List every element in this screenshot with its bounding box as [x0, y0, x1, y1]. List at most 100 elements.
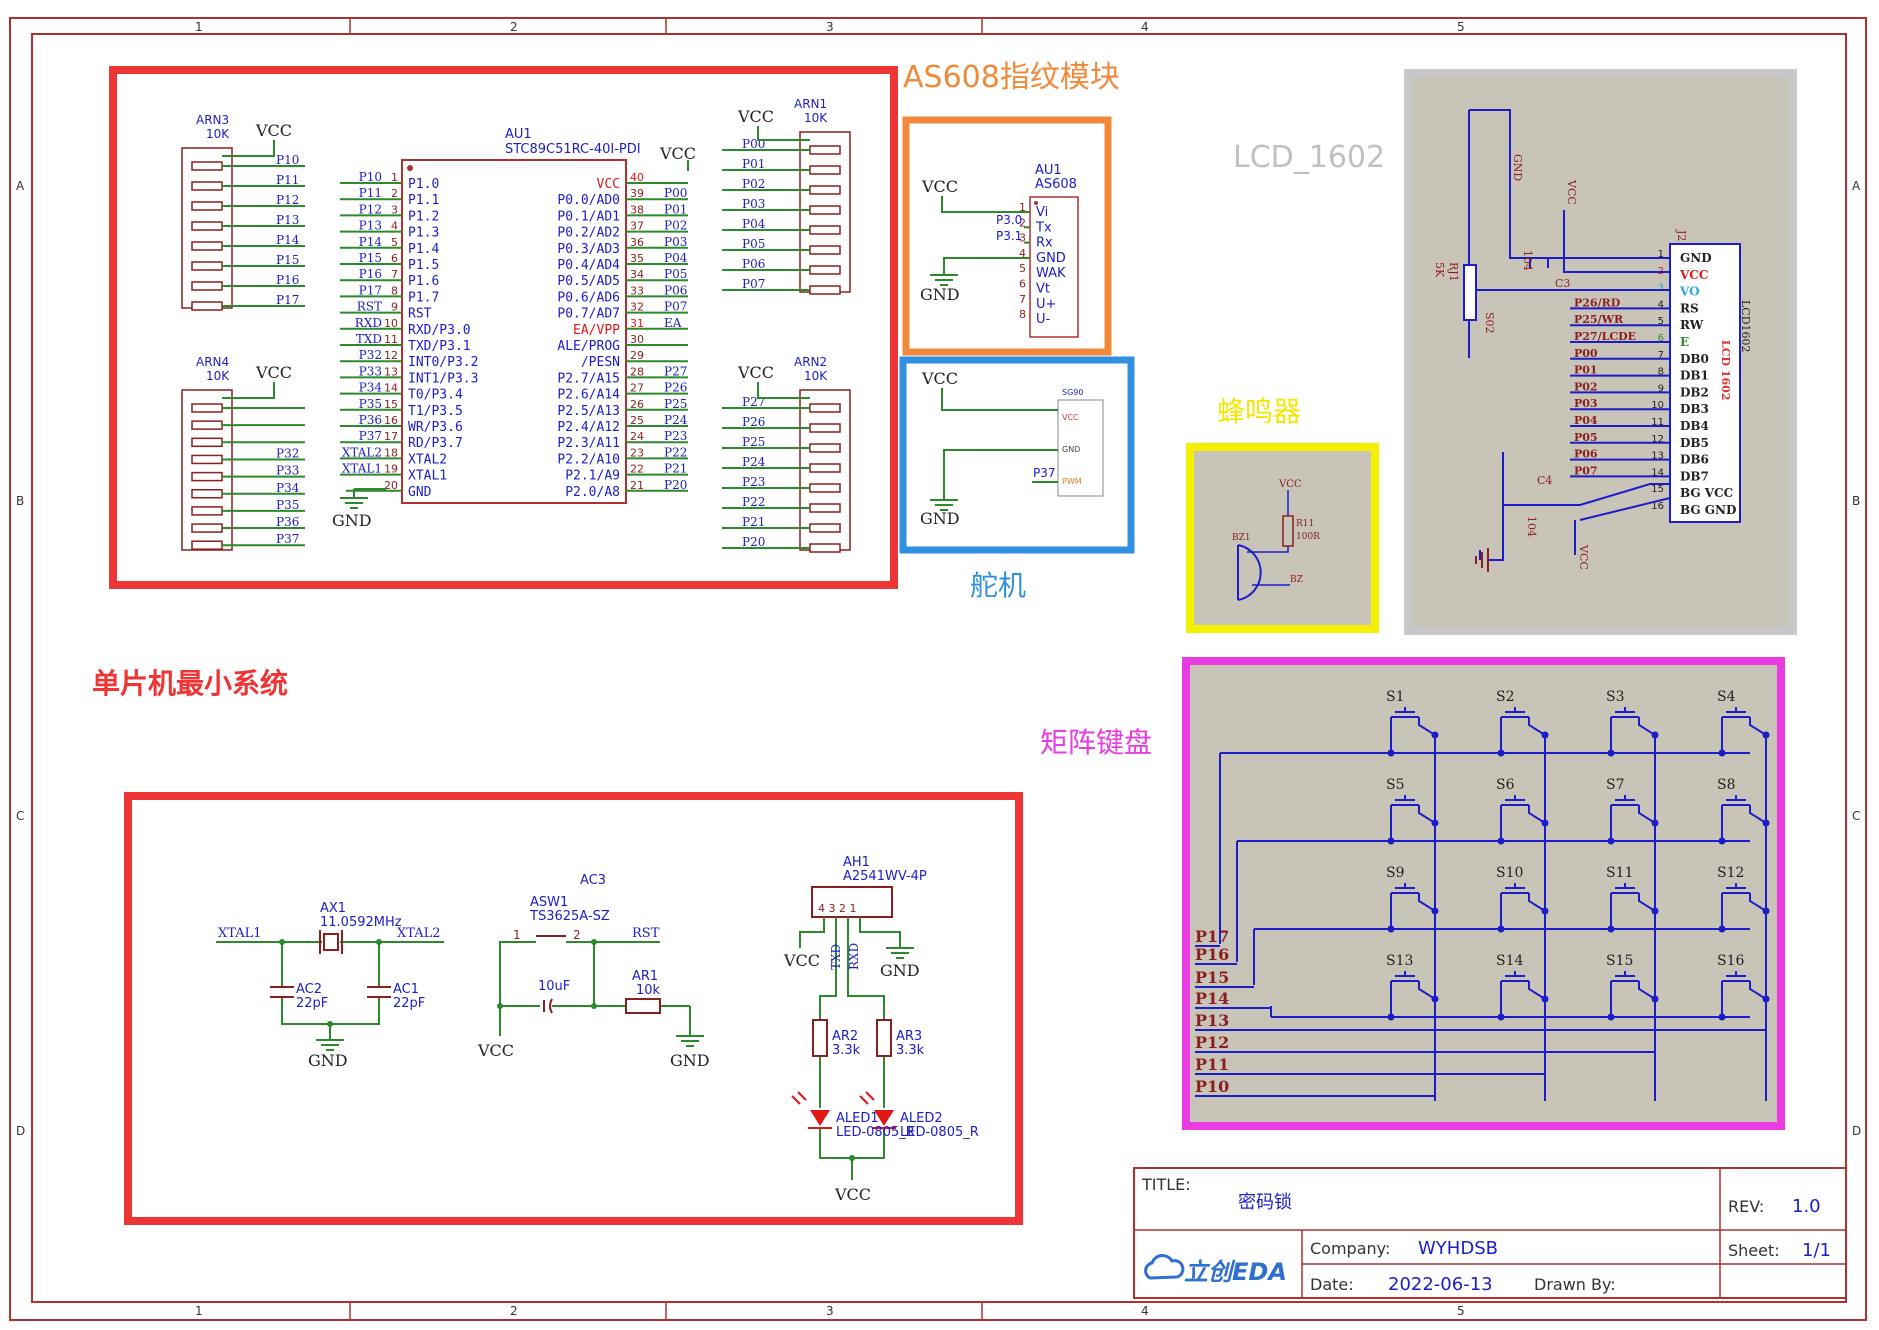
lcd-pin-name: DB0	[1680, 352, 1709, 366]
switch-label: S13	[1386, 953, 1413, 969]
mcu-pin-name: T0/P3.4	[408, 388, 463, 403]
mcu-net-label: TXD	[356, 332, 382, 346]
array-net-label: P22	[742, 495, 765, 509]
keypad-net-label: P11	[1195, 1055, 1229, 1074]
clock-circuit: XTAL1 XTAL2 AX1 11.0592MHz AC2 22pF AC1 …	[216, 901, 444, 1070]
mcu-pin-name: P1.6	[408, 274, 439, 289]
mcu-net-label: P34	[359, 381, 383, 395]
mcu-pin-name: P0.3/AD3	[557, 242, 620, 257]
array-vcc-label: VCC	[255, 363, 292, 382]
mcu-pin-number: 37	[630, 220, 644, 233]
mcu-net-label: P37	[359, 429, 382, 443]
uart-gnd-label: GND	[880, 961, 920, 980]
buzzer-ref: BZ1	[1232, 533, 1251, 543]
array-vcc-label: VCC	[737, 363, 774, 382]
as608-module: AU1 AS608 Vi1Tx2Rx3GND4WAK5Vt6U+7U-8 VCC…	[920, 163, 1079, 338]
row-marker: A	[16, 179, 25, 193]
lcd-pin-name: VO	[1679, 285, 1700, 299]
logo-text: 立创EDA	[1184, 1258, 1287, 1286]
servo-pin-pwm: PWM	[1062, 477, 1082, 486]
buzzer-section-title: 蜂鸣器	[1217, 395, 1301, 428]
mcu-net-label: P23	[664, 429, 687, 443]
mcu-pin-number: 34	[630, 268, 644, 281]
mcu-pin-number: 20	[384, 479, 398, 492]
keypad-section-box	[1182, 657, 1785, 1130]
crystal	[323, 933, 339, 951]
mcu-net-label: RST	[357, 300, 382, 314]
uart-pin-numbers: 4 3 2 1	[818, 902, 856, 915]
mcu-pin-number: 23	[630, 446, 644, 459]
as608-ref: AU1	[1035, 163, 1062, 178]
mcu-net-label: P17	[359, 283, 382, 297]
lcd-section-title: LCD_1602	[1233, 140, 1385, 175]
lcd-pot-net: S02	[1483, 312, 1496, 334]
as608-pin-name: Vt	[1036, 282, 1050, 297]
lcd-pin-name: BG GND	[1680, 503, 1736, 517]
array-net-label: P12	[276, 193, 299, 207]
switch-label: S11	[1606, 865, 1633, 881]
as608-section-title: AS608指纹模块	[903, 60, 1120, 95]
as608-pin-number: 8	[1019, 308, 1026, 321]
switch-label: S15	[1606, 953, 1633, 969]
array-net-label: P25	[742, 435, 765, 449]
clock-ref: AX1	[320, 901, 346, 916]
keypad-net-label: P14	[1195, 989, 1229, 1008]
mcu-net-label: P12	[359, 202, 382, 216]
servo-part: SG90	[1062, 388, 1083, 397]
switch-label: S12	[1717, 865, 1744, 881]
col-marker: 1	[195, 20, 203, 34]
as608-pin-name: WAK	[1036, 266, 1066, 281]
array-net-label: P32	[276, 446, 299, 460]
mcu-pin-name: P0.4/AD4	[557, 258, 620, 273]
reset-sw-part: TS3625A-SZ	[529, 909, 610, 924]
uart-r2	[876, 1019, 892, 1057]
led2-ref: ALED2	[900, 1111, 943, 1126]
keypad-section-title: 矩阵键盘	[1040, 726, 1152, 759]
array-net-label: P36	[276, 515, 299, 529]
lcd-part: LCD1602	[1739, 300, 1752, 353]
keypad-net-label: P16	[1195, 945, 1229, 964]
sheet-label: Sheet:	[1728, 1241, 1780, 1260]
reset-sw-ref: ASW1	[530, 895, 568, 910]
row-marker: A	[1852, 179, 1861, 193]
mcu-pin-name: RXD/P3.0	[408, 323, 471, 338]
servo-vcc-label: VCC	[921, 369, 958, 388]
array-net-label: P16	[276, 273, 299, 287]
lcd-cap1-val: 104	[1521, 250, 1534, 271]
array-net-label: P23	[742, 475, 765, 489]
array-ref: ARN2	[794, 355, 827, 369]
uart-r1-val: 3.3k	[832, 1043, 861, 1058]
mcu-net-label: P03	[664, 235, 687, 249]
lcd-cap2-ref: C4	[1537, 474, 1552, 487]
servo-section-title: 舵机	[970, 569, 1026, 602]
mcu-pin-name: P0.2/AD2	[557, 226, 620, 241]
mcu-pin-name: P2.2/A10	[557, 452, 620, 467]
array-net-label: P11	[276, 173, 299, 187]
servo-pin-vcc: VCC	[1062, 413, 1079, 422]
mcu-pin-number: 28	[630, 365, 644, 378]
mcu-pin-name: XTAL1	[408, 469, 447, 484]
as608-net-rx: P3.0	[996, 213, 1022, 227]
col-marker: 2	[510, 20, 518, 34]
mcu-pin-number: 39	[630, 187, 644, 200]
lcd-pin-name: DB7	[1680, 469, 1709, 483]
uart-txd-label: TXD	[829, 944, 843, 970]
switch-label: S8	[1717, 777, 1736, 793]
lcd-ref: J2	[1675, 229, 1688, 241]
lcd-pot-ref: RJ1	[1447, 262, 1460, 282]
lcd-potentiometer	[1463, 264, 1477, 321]
mcu-section-title: 单片机最小系统	[92, 667, 288, 700]
array-ref: ARN1	[794, 97, 827, 111]
uart-r1-ref: AR2	[832, 1029, 858, 1044]
lcd-pin-name: DB6	[1680, 453, 1709, 467]
mcu-pin-name: ALE/PROG	[557, 339, 620, 354]
array-net-label: P01	[742, 157, 765, 171]
array-vcc-label: VCC	[737, 107, 774, 126]
mcu-net-label: P14	[359, 235, 383, 249]
mcu-pin-name: P0.0/AD0	[557, 193, 620, 208]
mcu-gnd-symbol	[340, 488, 386, 509]
switch-label: S10	[1496, 865, 1523, 881]
mcu-pin-name: P2.1/A9	[565, 469, 620, 484]
array-net-label: P35	[276, 498, 299, 512]
rev-label: REV:	[1728, 1197, 1764, 1216]
